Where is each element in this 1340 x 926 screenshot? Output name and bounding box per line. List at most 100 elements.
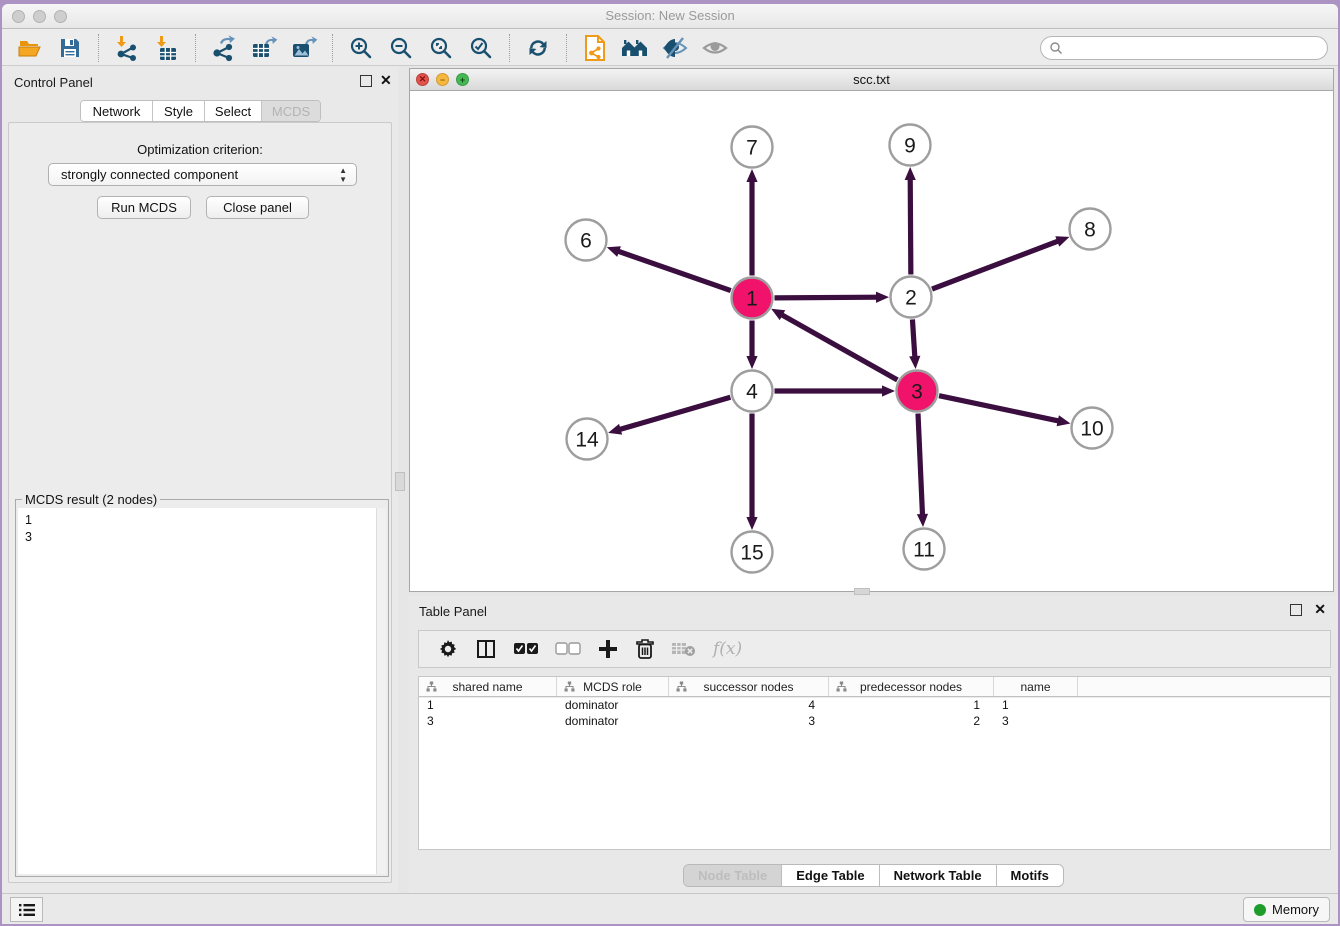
column-header-predecessor-nodes[interactable]: predecessor nodes bbox=[829, 677, 994, 696]
show-all-icon[interactable] bbox=[700, 33, 730, 63]
tab-select[interactable]: Select bbox=[205, 101, 262, 121]
table-cell[interactable]: 1 bbox=[419, 698, 557, 712]
table-panel: Table Panel ✕ bbox=[409, 596, 1338, 893]
tab-network[interactable]: Network bbox=[81, 101, 153, 121]
tab-style[interactable]: Style bbox=[153, 101, 205, 121]
column-header-shared-name[interactable]: shared name bbox=[419, 677, 557, 696]
first-neighbors-icon[interactable] bbox=[620, 33, 650, 63]
zoom-in-icon[interactable] bbox=[346, 33, 376, 63]
graph-edge-2-3[interactable] bbox=[912, 319, 914, 358]
zoom-out-icon[interactable] bbox=[386, 33, 416, 63]
run-mcds-button[interactable]: Run MCDS bbox=[97, 196, 191, 219]
graph-edge-arrowhead bbox=[917, 514, 928, 527]
graph-edge-arrowhead bbox=[746, 517, 757, 530]
close-panel-icon[interactable]: ✕ bbox=[380, 72, 392, 89]
node-table[interactable]: shared name MCDS role successor nodes prede… bbox=[418, 676, 1331, 850]
toolbar-separator bbox=[195, 34, 196, 62]
search-icon bbox=[1049, 41, 1063, 55]
graph-node-label: 11 bbox=[913, 539, 935, 562]
graph-edge-arrowhead bbox=[608, 424, 622, 435]
result-scrollbar[interactable] bbox=[376, 508, 386, 874]
open-session-icon[interactable] bbox=[15, 33, 45, 63]
graph-edge-1-2[interactable] bbox=[774, 297, 878, 298]
table-cell[interactable]: 1 bbox=[829, 698, 994, 712]
table-panel-header: Table Panel ✕ bbox=[409, 596, 1338, 626]
delete-column-icon[interactable] bbox=[635, 634, 655, 664]
memory-status-icon bbox=[1254, 904, 1266, 916]
task-history-button[interactable] bbox=[10, 897, 43, 922]
show-column-panel-icon[interactable] bbox=[475, 634, 497, 664]
table-cell[interactable]: dominator bbox=[557, 714, 669, 728]
close-panel-button[interactable]: Close panel bbox=[206, 196, 309, 219]
table-cell[interactable]: 1 bbox=[994, 698, 1078, 712]
network-canvas[interactable]: 1234678910111415 bbox=[410, 91, 1333, 591]
deselect-all-icon[interactable] bbox=[555, 634, 581, 664]
settings-gear-icon[interactable] bbox=[437, 634, 459, 664]
graph-edge-3-11[interactable] bbox=[918, 413, 923, 516]
mcds-result-list[interactable]: 1 3 bbox=[18, 508, 376, 874]
graph-edge-4-14[interactable] bbox=[619, 397, 731, 429]
graph-edge-3-10[interactable] bbox=[939, 396, 1060, 422]
export-network-icon[interactable] bbox=[209, 33, 239, 63]
column-header-name[interactable]: name bbox=[994, 677, 1078, 696]
column-header-label: MCDS role bbox=[583, 680, 642, 694]
edit-column-icon bbox=[564, 681, 575, 692]
float-panel-icon[interactable] bbox=[360, 75, 372, 87]
table-close-panel-icon[interactable]: ✕ bbox=[1314, 601, 1326, 618]
graph-node-label: 4 bbox=[746, 381, 758, 404]
table-cell[interactable]: 4 bbox=[669, 698, 829, 712]
export-table-icon[interactable] bbox=[249, 33, 279, 63]
table-cell[interactable]: 3 bbox=[419, 714, 557, 728]
main-toolbar bbox=[2, 30, 1338, 66]
status-bar: Memory bbox=[2, 893, 1338, 924]
table-toolbar: f(x) bbox=[418, 630, 1331, 668]
vertical-splitter-handle[interactable] bbox=[395, 472, 405, 491]
column-header-successor-nodes[interactable]: successor nodes bbox=[669, 677, 829, 696]
graph-edge-2-8[interactable] bbox=[932, 241, 1059, 289]
graph-node-label: 6 bbox=[580, 230, 592, 253]
column-header-label: predecessor nodes bbox=[860, 680, 962, 694]
network-view-window: ✕ − + scc.txt 1234678910111415 bbox=[409, 68, 1334, 592]
zoom-selected-icon[interactable] bbox=[466, 33, 496, 63]
select-all-icon[interactable] bbox=[513, 634, 539, 664]
table-cell[interactable]: 3 bbox=[994, 714, 1078, 728]
graph-edge-3-1[interactable] bbox=[781, 314, 898, 380]
import-network-icon[interactable] bbox=[112, 33, 142, 63]
graph-edge-1-6[interactable] bbox=[617, 251, 731, 291]
column-header-label: name bbox=[1020, 680, 1050, 694]
select-stepper-icon: ▲▼ bbox=[339, 166, 347, 184]
horizontal-splitter-handle[interactable] bbox=[854, 588, 870, 595]
hide-selected-icon[interactable] bbox=[660, 33, 690, 63]
column-header-MCDS-role[interactable]: MCDS role bbox=[557, 677, 669, 696]
memory-button[interactable]: Memory bbox=[1243, 897, 1330, 922]
delete-table-icon[interactable] bbox=[671, 634, 697, 664]
save-session-icon[interactable] bbox=[55, 33, 85, 63]
criterion-select[interactable]: strongly connected component ▲▼ bbox=[48, 163, 357, 186]
search-input[interactable] bbox=[1040, 36, 1328, 60]
control-panel: Control Panel ✕ Network Style Select MCD… bbox=[2, 66, 398, 893]
add-column-icon[interactable] bbox=[597, 634, 619, 664]
new-network-from-selection-icon[interactable] bbox=[580, 33, 610, 63]
export-image-icon[interactable] bbox=[289, 33, 319, 63]
graph-node-label: 14 bbox=[575, 429, 599, 452]
function-builder-icon[interactable]: f(x) bbox=[713, 634, 742, 664]
table-cell[interactable]: dominator bbox=[557, 698, 669, 712]
graph-edge-2-9[interactable] bbox=[910, 178, 911, 275]
import-table-icon[interactable] bbox=[152, 33, 182, 63]
graph-node-label: 3 bbox=[911, 381, 923, 404]
table-cell[interactable]: 2 bbox=[829, 714, 994, 728]
zoom-fit-icon[interactable] bbox=[426, 33, 456, 63]
table-cell[interactable]: 3 bbox=[669, 714, 829, 728]
tab-edge-table[interactable]: Edge Table bbox=[782, 865, 879, 886]
tab-motifs[interactable]: Motifs bbox=[997, 865, 1063, 886]
apply-layout-icon[interactable] bbox=[523, 33, 553, 63]
table-row[interactable]: 1dominator411 bbox=[419, 697, 1330, 713]
table-row[interactable]: 3dominator323 bbox=[419, 713, 1330, 729]
tab-network-table[interactable]: Network Table bbox=[880, 865, 997, 886]
window-title: Session: New Session bbox=[2, 8, 1338, 23]
graph-edge-arrowhead bbox=[607, 246, 621, 257]
mcds-result-group: MCDS result (2 nodes) 1 3 bbox=[15, 499, 389, 877]
tab-mcds[interactable]: MCDS bbox=[262, 101, 320, 121]
tab-node-table[interactable]: Node Table bbox=[684, 865, 782, 886]
table-float-panel-icon[interactable] bbox=[1290, 604, 1302, 616]
